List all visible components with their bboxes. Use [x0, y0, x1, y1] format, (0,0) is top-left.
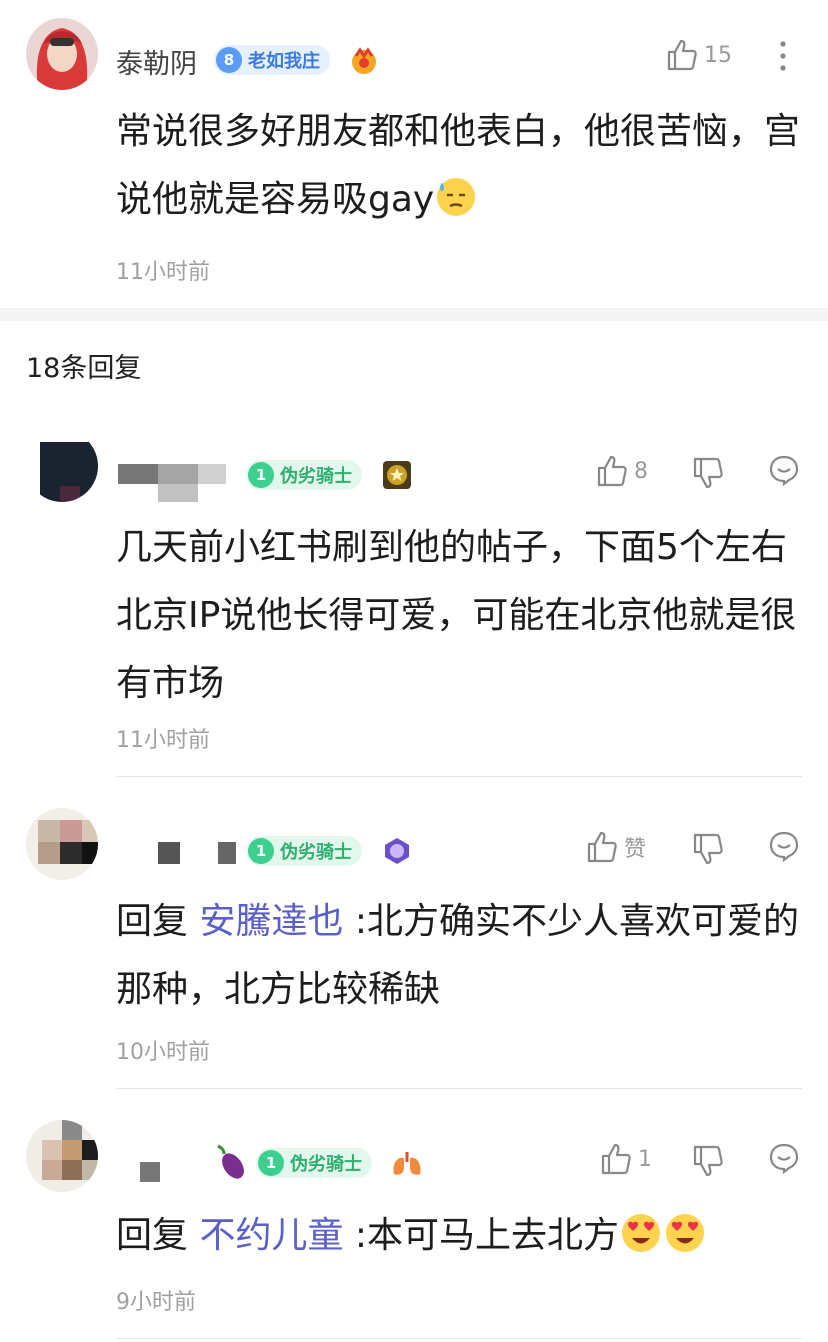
level-number: 1 [248, 838, 274, 864]
heart-eyes-emoji-icon [622, 1214, 661, 1252]
username-masked[interactable] [118, 462, 230, 502]
avatar[interactable] [26, 430, 98, 502]
username-masked[interactable] [158, 842, 238, 866]
reply-prefix: 回复 [116, 901, 200, 942]
level-badge: 1 伪劣骑士 [246, 460, 362, 490]
thumb-down-icon[interactable] [692, 1144, 724, 1182]
username-masked[interactable] [138, 1160, 162, 1184]
reply-text: 回复 不约儿童 :本可马上去北方 [116, 1202, 806, 1270]
mention-link[interactable]: 安騰達也 [199, 901, 343, 942]
level-badge: 1 伪劣骑士 [246, 836, 362, 866]
reply-prefix: 回复 [116, 1215, 200, 1256]
section-gap [0, 309, 828, 321]
more-vertical-icon[interactable] [776, 40, 790, 76]
divider [116, 1088, 802, 1089]
avatar[interactable] [26, 18, 98, 90]
medal-icon [382, 836, 412, 870]
level-badge: 8 老如我庄 [214, 45, 330, 75]
like-button[interactable]: 赞 [586, 830, 646, 864]
like-count: 8 [634, 458, 648, 484]
thumb-down-icon[interactable] [692, 456, 724, 494]
like-button[interactable]: 15 [666, 38, 732, 72]
username[interactable]: 泰勒阴 [116, 42, 197, 81]
mention-link[interactable]: 不约儿童 [199, 1215, 343, 1256]
like-count: 1 [638, 1146, 652, 1172]
heart-eyes-emoji-icon [666, 1214, 705, 1252]
comment-icon[interactable] [768, 1142, 800, 1178]
like-button[interactable]: 1 [600, 1142, 652, 1176]
level-title: 伪劣骑士 [280, 466, 352, 487]
thumb-up-icon [601, 1143, 631, 1175]
level-title: 老如我庄 [248, 51, 320, 72]
reply-time: 9小时前 [116, 1290, 196, 1315]
reply-time: 11小时前 [116, 728, 210, 753]
like-button[interactable]: 8 [596, 454, 648, 488]
replies-header: 18条回复 [26, 353, 142, 384]
like-count: 15 [704, 42, 732, 68]
reply-time: 10小时前 [116, 1040, 210, 1065]
eggplant-icon [212, 1142, 248, 1186]
level-title: 伪劣骑士 [280, 842, 352, 863]
thumb-up-icon [587, 831, 617, 863]
like-label: 赞 [624, 837, 647, 862]
comment-icon[interactable] [768, 830, 800, 866]
reply-text: 几天前小红书刷到他的帖子，下面5个左右北京IP说他长得可爱，可能在北京他就是很有… [116, 527, 797, 704]
level-badge: 1 伪劣骑士 [256, 1148, 372, 1178]
lungs-icon [390, 1148, 424, 1182]
reply-content: :本可马上去北方 [343, 1215, 620, 1256]
level-title: 伪劣骑士 [290, 1154, 362, 1175]
divider [116, 776, 802, 777]
comment-icon[interactable] [768, 454, 800, 490]
medal-icon [382, 460, 412, 494]
thumb-up-icon [667, 39, 697, 71]
avatar[interactable] [26, 808, 98, 880]
divider [116, 1338, 802, 1339]
reply-text: 回复 安騰達也 :北方确实不少人喜欢可爱的那种，北方比较稀缺 [116, 888, 806, 1024]
sweat-emoji-icon [437, 178, 476, 216]
thumb-down-icon[interactable] [692, 832, 724, 870]
level-number: 1 [258, 1150, 284, 1176]
comment-text: 常说很多好朋友都和他表白，他很苦恼，宫说他就是容易吸gay [116, 111, 801, 220]
level-number: 1 [248, 462, 274, 488]
level-number: 8 [216, 47, 242, 73]
thumb-up-icon [597, 455, 627, 487]
fan-badge-icon [348, 46, 380, 80]
comment-time: 11小时前 [116, 260, 210, 285]
avatar[interactable] [26, 1120, 98, 1192]
